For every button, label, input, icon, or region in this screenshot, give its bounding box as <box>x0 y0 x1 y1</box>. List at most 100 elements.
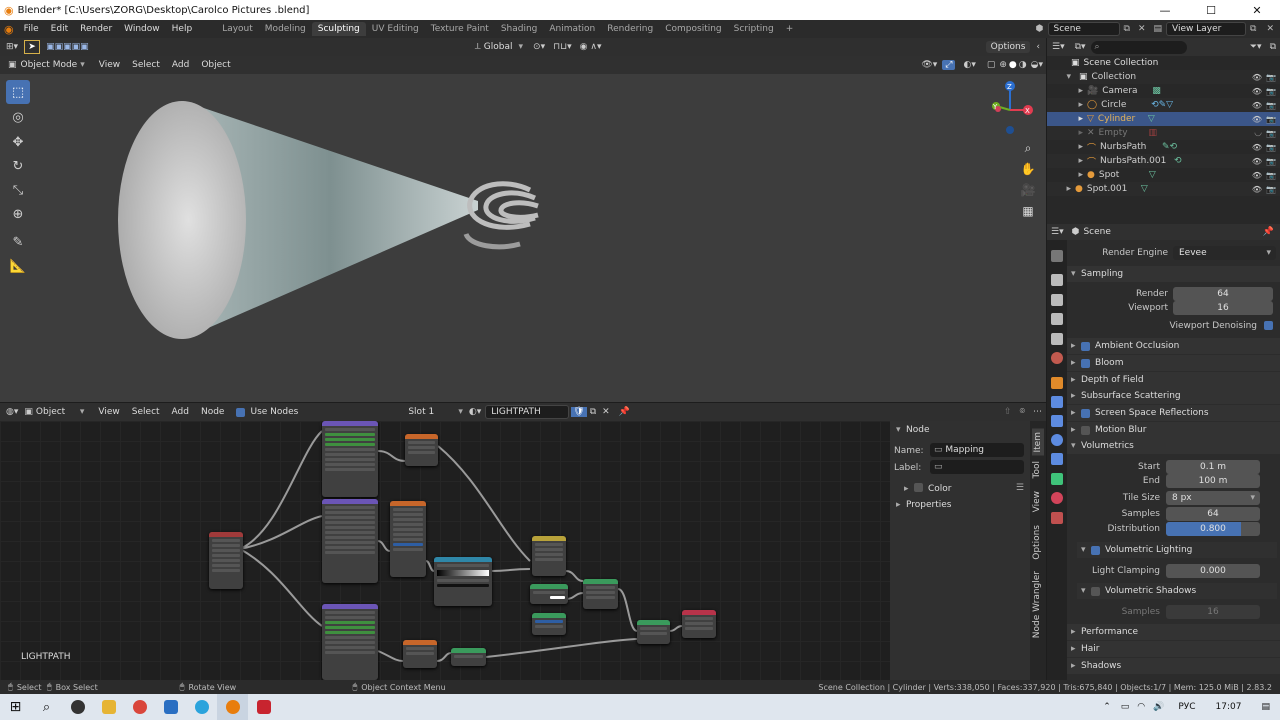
node-section-header[interactable]: ▾ Node <box>896 425 930 435</box>
new-view-layer-icon[interactable]: ⧉ <box>1246 24 1260 34</box>
outliner-row-collection[interactable]: ▾ ▣ Collection 👁 📷 <box>1047 70 1280 84</box>
menu-render[interactable]: Render <box>74 24 118 34</box>
outliner-row-camera[interactable]: ▸ 🎥 Camera ▩ 👁 📷 <box>1047 84 1280 98</box>
menu-window[interactable]: Window <box>118 24 166 34</box>
pin-icon[interactable]: 📌 <box>1257 227 1280 237</box>
render-tab-icon[interactable] <box>1051 274 1063 286</box>
tray-wifi-icon[interactable]: ◠ <box>1133 702 1149 712</box>
cone-mesh[interactable] <box>118 101 478 339</box>
transparent-node[interactable] <box>532 613 566 635</box>
node-properties-panel[interactable]: ▸ Properties <box>896 500 951 510</box>
volumetric-lighting-checkbox[interactable] <box>1091 545 1100 555</box>
visibility-icon[interactable]: 👁▾ <box>916 60 942 70</box>
camera-render-icon[interactable]: 📷 <box>1266 115 1276 124</box>
node-name-field[interactable]: ▭ Mapping <box>930 443 1024 457</box>
material-sphere-icon[interactable]: ◐▾ <box>469 407 485 417</box>
world-tab-icon[interactable] <box>1051 352 1063 364</box>
menu-edit[interactable]: Edit <box>45 24 74 34</box>
sampling-viewport-field[interactable]: 16 <box>1173 301 1273 315</box>
mode-selector[interactable]: Object Mode <box>21 60 78 70</box>
gizmo-toggle-icon[interactable]: ⤢ <box>942 60 956 70</box>
outliner-row-circle[interactable]: ▸ ◯ Circle ⟲✎▽ 👁 📷 <box>1047 98 1280 112</box>
panel-screen-space-reflections[interactable]: ▸ Screen Space Reflections <box>1067 405 1280 421</box>
camera-render-icon[interactable]: 📷 <box>1266 143 1276 152</box>
parent-node-tree-icon[interactable]: ⇧ <box>1000 407 1016 417</box>
sampling-panel-header[interactable]: ▾ Sampling <box>1067 266 1280 282</box>
duplicate-material-icon[interactable]: ⧉ <box>587 407 599 417</box>
visibility-eye-icon[interactable]: 👁 <box>1252 185 1262 194</box>
search-icon[interactable]: ⌕ <box>31 694 62 720</box>
outliner-root[interactable]: ▣ Scene Collection <box>1047 56 1280 70</box>
panel-volumetrics[interactable]: ▾ Volumetrics <box>1067 438 1280 454</box>
material-tab-icon[interactable] <box>1051 492 1063 504</box>
outliner-row-nurbspath-001[interactable]: ▸ ⌒ NurbsPath.001 ⟲ 👁 📷 <box>1047 154 1280 168</box>
bloom-checkbox[interactable] <box>1081 358 1090 368</box>
filter-icon[interactable]: ⏷▾ <box>1246 42 1266 52</box>
vol-start-field[interactable]: 0.1 m <box>1166 460 1260 474</box>
outliner-row-spot-001[interactable]: ▸ ● Spot.001 ▽ 👁 📷 <box>1047 182 1280 196</box>
tab-node-wrangler[interactable]: Node Wrangler <box>1032 571 1042 638</box>
outliner-row-empty[interactable]: ▸ ✕ Empty ▥ ◡ 📷 <box>1047 126 1280 140</box>
app-obs-icon[interactable] <box>62 694 93 720</box>
backdrop-icon[interactable]: ⋯ <box>1029 407 1046 417</box>
tab-animation[interactable]: Animation <box>543 22 601 36</box>
new-collection-icon[interactable]: ⧉ <box>1266 42 1280 52</box>
camera-render-icon[interactable]: 📷 <box>1266 171 1276 180</box>
view-layer-tab-icon[interactable] <box>1051 313 1063 325</box>
ssr-checkbox[interactable] <box>1081 408 1090 418</box>
tab-rendering[interactable]: Rendering <box>601 22 659 36</box>
zoom-icon[interactable]: ⌕ <box>1018 138 1038 159</box>
viewport-scene[interactable] <box>0 74 1046 402</box>
visibility-eye-icon[interactable]: 👁 <box>1252 87 1262 96</box>
mapping-node-bottom[interactable] <box>322 604 378 680</box>
pin-icon[interactable]: 📌 <box>613 407 636 417</box>
vol-tile-size-selector[interactable]: 8 px ▾ <box>1166 491 1260 505</box>
grid-view-icon[interactable]: ▦ <box>1018 201 1038 222</box>
physics-tab-icon[interactable] <box>1051 434 1063 446</box>
visibility-eye-icon[interactable]: 👁 <box>1252 171 1262 180</box>
visibility-eye-icon[interactable]: 👁 <box>1252 157 1262 166</box>
camera-view-icon[interactable]: 🎥 <box>1018 180 1038 201</box>
visibility-eye-icon[interactable]: 👁 <box>1252 115 1262 124</box>
sampling-render-field[interactable]: 64 <box>1173 287 1273 301</box>
minimize-button[interactable]: — <box>1142 0 1188 20</box>
menu-file[interactable]: File <box>18 24 45 34</box>
viewport-menu-view[interactable]: View <box>93 60 126 70</box>
tab-modeling[interactable]: Modeling <box>259 22 312 36</box>
mix-shader-node[interactable] <box>583 579 618 609</box>
3d-viewport[interactable]: ⊞▾ ➤ ▣▣▣▣▣ ⟂ Global ▾ ⊙▾ ⊓⊔▾ ◉ ∧▾ Option… <box>0 38 1046 402</box>
outliner-row-spot[interactable]: ▸ ● Spot ▽ 👁 📷 <box>1047 168 1280 182</box>
wave-texture-node[interactable] <box>390 501 426 577</box>
menu-help[interactable]: Help <box>166 24 199 34</box>
tab-scripting[interactable]: Scripting <box>728 22 780 36</box>
tray-volume-icon[interactable]: 🔊 <box>1149 702 1168 712</box>
start-windows-icon[interactable]: ⊞ <box>0 694 31 720</box>
properties-type-icon[interactable]: ☰▾ <box>1047 227 1068 237</box>
outliner-search-input[interactable]: ⌕ <box>1090 40 1187 54</box>
snap-icon[interactable]: ⊓⊔▾ <box>549 42 576 52</box>
camera-render-icon[interactable]: 📷 <box>1266 73 1276 82</box>
node-editor-type-icon[interactable]: ◍▾ <box>0 407 24 417</box>
maximize-button[interactable]: ☐ <box>1188 0 1234 20</box>
toggle-sidebar-icon[interactable]: ‹ <box>1036 42 1046 52</box>
panel-hair[interactable]: ▸ Hair <box>1067 641 1280 657</box>
tray-arrow-icon[interactable]: ⌃ <box>1097 702 1117 712</box>
tab-shading[interactable]: Shading <box>495 22 544 36</box>
slot-selector[interactable]: Slot 1 <box>408 407 458 417</box>
visibility-eye-icon[interactable]: 👁 <box>1252 73 1262 82</box>
delete-scene-icon[interactable]: ✕ <box>1134 24 1150 34</box>
panel-depth-of-field[interactable]: ▸ Depth of Field <box>1067 372 1280 388</box>
viewport-menu-object[interactable]: Object <box>195 60 236 70</box>
object-tab-icon[interactable] <box>1051 377 1063 389</box>
gradient-texture-node-top[interactable] <box>405 434 438 466</box>
node-color-panel[interactable]: ▸ Color ☰ <box>904 483 1024 494</box>
tab-texture-paint[interactable]: Texture Paint <box>425 22 495 36</box>
constraints-tab-icon[interactable] <box>1051 453 1063 465</box>
pivot-icon[interactable]: ⊙▾ <box>529 42 549 52</box>
tab-uv-editing[interactable]: UV Editing <box>366 22 425 36</box>
panel-subsurface-scattering[interactable]: ▸ Subsurface Scattering <box>1067 388 1280 404</box>
shading-material-icon[interactable]: ◑ <box>1018 60 1028 70</box>
new-scene-icon[interactable]: ⧉ <box>1120 24 1134 34</box>
output-tab-icon[interactable] <box>1051 294 1063 306</box>
node-menu-node[interactable]: Node <box>195 407 231 417</box>
